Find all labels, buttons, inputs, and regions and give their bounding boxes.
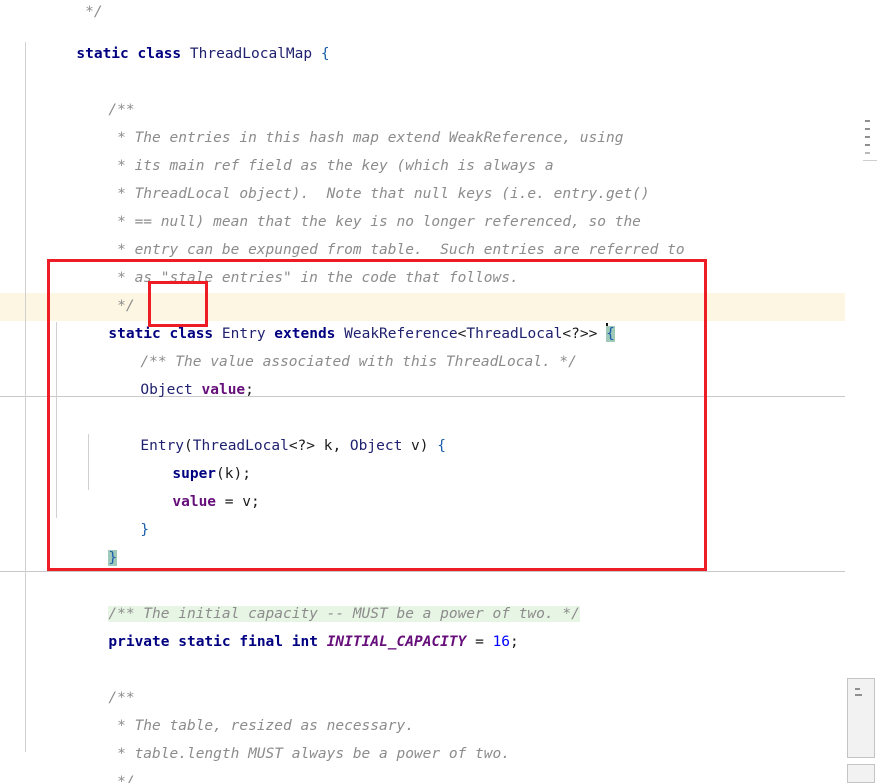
code-line[interactable]: * ThreadLocal object). Note that null ke… bbox=[0, 152, 845, 202]
code-line[interactable]: * table.length MUST always be a power of… bbox=[0, 712, 845, 762]
code-editor-root: */ static class ThreadLocalMap { /** * T… bbox=[0, 0, 877, 783]
code-line[interactable]: * == null) mean that the key is no longe… bbox=[0, 180, 845, 230]
code-line[interactable]: * The entries in this hash map extend We… bbox=[0, 96, 845, 146]
code-line[interactable]: /** The value associated with this Threa… bbox=[0, 320, 845, 370]
minimap-line bbox=[865, 136, 870, 138]
code-line[interactable]: Object value; bbox=[0, 348, 845, 398]
code-line[interactable]: Entry(ThreadLocal<?> k, Object v) { bbox=[0, 404, 845, 454]
code-line-blank[interactable] bbox=[0, 376, 845, 404]
code-line[interactable]: } bbox=[0, 488, 845, 538]
code-line[interactable]: } bbox=[0, 516, 845, 566]
code-line-blank[interactable] bbox=[0, 628, 845, 656]
minimap-line bbox=[865, 128, 870, 130]
code-line[interactable]: * entry can be expunged from table. Such… bbox=[0, 208, 845, 258]
minimap-rule bbox=[863, 160, 877, 161]
code-line[interactable]: */ bbox=[0, 264, 845, 314]
minimap-line bbox=[865, 152, 870, 154]
scrollbar-thumb-lower[interactable] bbox=[847, 764, 875, 783]
minimap-preview-top[interactable] bbox=[863, 118, 877, 172]
code-line[interactable]: * its main ref field as the key (which i… bbox=[0, 124, 845, 174]
code-line-blank[interactable] bbox=[0, 40, 845, 68]
code-line[interactable]: static class ThreadLocalMap { bbox=[0, 12, 845, 62]
code-line[interactable]: /** bbox=[0, 656, 845, 706]
code-line-blank[interactable] bbox=[0, 544, 845, 572]
code-line[interactable]: private Entry[] table;table: ThreadLocal… bbox=[0, 768, 845, 783]
minimap-line bbox=[865, 120, 870, 122]
code-line[interactable]: value = v; bbox=[0, 460, 845, 510]
code-text-area[interactable]: */ static class ThreadLocalMap { /** * T… bbox=[0, 0, 845, 783]
code-line[interactable]: private static final int INITIAL_CAPACIT… bbox=[0, 600, 845, 650]
scrollbar-thumb[interactable] bbox=[847, 678, 875, 758]
code-line[interactable]: /** bbox=[0, 68, 845, 118]
editor-right-rail[interactable] bbox=[845, 0, 877, 783]
code-line[interactable]: * as "stale entries" in the code that fo… bbox=[0, 236, 845, 286]
code-line[interactable]: * The table, resized as necessary. bbox=[0, 684, 845, 734]
minimap-line bbox=[855, 694, 862, 696]
minimap-line bbox=[865, 144, 870, 146]
code-line[interactable]: super(k); bbox=[0, 432, 845, 482]
code-line-added[interactable]: /** The initial capacity -- MUST be a po… bbox=[0, 572, 845, 622]
code-line-caret[interactable]: static class Entry extends WeakReference… bbox=[0, 292, 845, 342]
minimap-line bbox=[855, 688, 860, 690]
code-line[interactable]: */ bbox=[0, 740, 845, 783]
